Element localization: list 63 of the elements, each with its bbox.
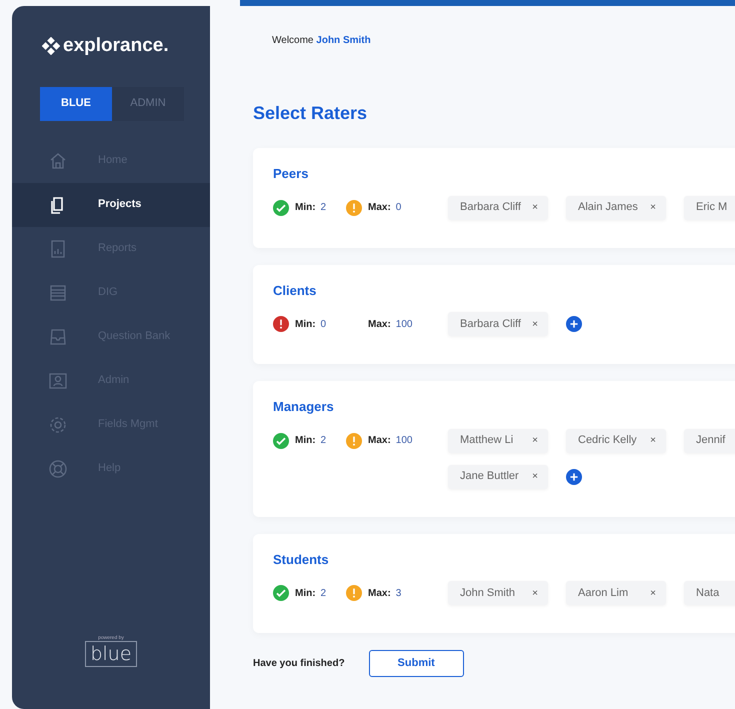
limit-label: Max:: [368, 201, 391, 215]
rater-name: Jennif: [696, 433, 726, 448]
welcome-text: Welcome John Smith: [272, 34, 372, 48]
exclamation-icon: [273, 316, 289, 332]
check-icon: [273, 585, 289, 601]
list-icon: [48, 282, 68, 302]
remove-button[interactable]: ×: [532, 200, 538, 215]
limit-value: 2: [320, 586, 326, 600]
mode-tab[interactable]: BLUE: [40, 86, 112, 120]
finished-question: Have you finished?: [253, 657, 345, 671]
submit-button[interactable]: Submit: [368, 650, 464, 677]
limit-label: Min:: [295, 586, 316, 600]
limit-value: 3: [396, 586, 402, 600]
rater-name: Alain James: [578, 200, 638, 216]
limit-value: 0: [320, 318, 326, 332]
limit-label: Min:: [295, 434, 316, 448]
tray-icon: [48, 326, 68, 346]
rater-name: Nata: [696, 586, 720, 601]
limit-value: 100: [396, 434, 412, 448]
brand-name: explorance.: [63, 34, 169, 58]
limit-value: 2: [320, 434, 326, 448]
exclamation-icon: [346, 432, 362, 448]
limit-value: 0: [396, 201, 402, 215]
group-title: Peers: [273, 165, 310, 183]
remove-button[interactable]: ×: [532, 586, 538, 600]
rater-name: John Smith: [460, 586, 516, 601]
sidebar-item[interactable]: Projects: [12, 182, 210, 226]
check-icon: [273, 200, 289, 216]
rater-name: Matthew Li: [460, 433, 514, 448]
remove-button[interactable]: ×: [650, 200, 656, 215]
remove-button[interactable]: ×: [650, 586, 656, 600]
remove-button[interactable]: ×: [532, 433, 538, 448]
exclamation-icon: [346, 200, 362, 216]
rater-name: Cedric Kelly: [578, 433, 637, 448]
home-icon: [48, 150, 68, 170]
exclamation-icon: [346, 585, 362, 601]
remove-button[interactable]: ×: [532, 316, 538, 332]
remove-button[interactable]: ×: [650, 433, 656, 448]
rater-name: Aaron Lim: [578, 586, 628, 601]
group-title: Managers: [273, 398, 335, 416]
lifebuoy-icon: [48, 458, 68, 478]
settings-icon: [48, 414, 68, 434]
remove-button[interactable]: ×: [532, 469, 538, 484]
rater-name: Barbara Cliff: [460, 200, 521, 216]
person-frame-icon: [48, 370, 68, 390]
rater-name: Eric M: [696, 200, 728, 216]
limit-label: Max:: [368, 434, 391, 448]
limit-label: Min:: [295, 318, 316, 332]
add-icon[interactable]: [566, 468, 582, 484]
rater-name: Jane Buttler: [460, 469, 519, 484]
rater-name: Barbara Cliff: [460, 316, 521, 332]
check-icon: [273, 432, 289, 448]
limit-value: 2: [320, 201, 326, 215]
group-title: Clients: [273, 282, 318, 300]
product-logo: blue: [85, 641, 137, 667]
logo-icon: [42, 37, 60, 56]
add-icon[interactable]: [566, 316, 582, 332]
limit-label: Max:: [368, 318, 391, 332]
limit-label: Max:: [368, 586, 391, 600]
limit-value: 100: [396, 318, 412, 332]
page-title: Select Raters: [253, 102, 368, 125]
limit-label: Min:: [295, 201, 316, 215]
group-title: Students: [273, 550, 330, 568]
